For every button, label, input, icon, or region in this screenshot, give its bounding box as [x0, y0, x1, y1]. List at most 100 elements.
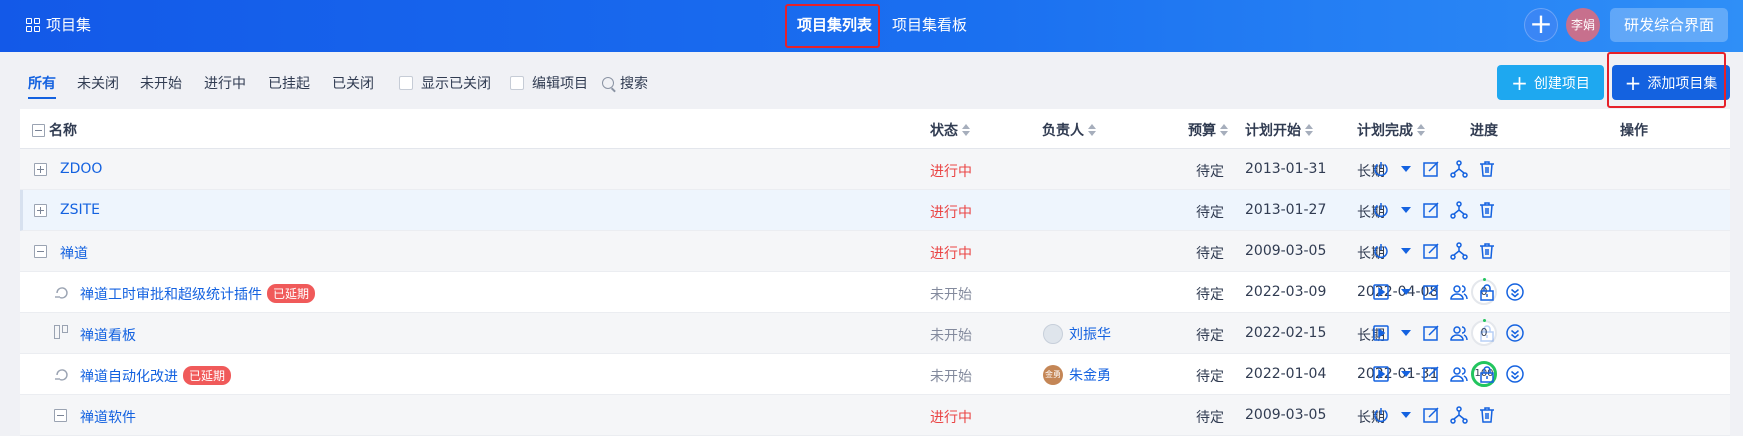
program-name-link[interactable]: ZSITE	[60, 202, 100, 218]
table-row[interactable]: 禅道工时审批和超级统计插件 已延期 未开始 待定 2022-03-09 2022-…	[20, 272, 1730, 313]
chevron-down-icon[interactable]	[1401, 289, 1411, 295]
sort-icon	[1417, 124, 1425, 136]
power-icon[interactable]	[1370, 199, 1392, 221]
more-circle-icon[interactable]	[1504, 281, 1526, 303]
table-row[interactable]: ZSITE 进行中 待定 2013-01-27 长期	[20, 190, 1730, 231]
edit-icon[interactable]	[1420, 281, 1442, 303]
delete-icon[interactable]	[1476, 158, 1498, 180]
budget-text: 待定	[1196, 205, 1224, 221]
lock-icon[interactable]	[1476, 363, 1498, 385]
vision-switcher-button[interactable]: 研发综合界面	[1610, 8, 1728, 42]
delete-icon[interactable]	[1476, 240, 1498, 262]
collapse-icon[interactable]	[34, 245, 47, 258]
table-row[interactable]: 禅道 进行中 待定 2009-03-05 长期	[20, 231, 1730, 272]
edit-icon[interactable]	[1420, 240, 1442, 262]
start-icon[interactable]	[1370, 363, 1392, 385]
team-icon[interactable]	[1448, 322, 1470, 344]
edit-project-checkbox[interactable]: 编辑项目	[510, 73, 588, 93]
chevron-down-icon[interactable]	[1401, 371, 1411, 377]
row-actions	[1370, 158, 1498, 180]
delete-icon[interactable]	[1476, 199, 1498, 221]
owner-name[interactable]: 朱金勇	[1069, 365, 1111, 385]
table-row[interactable]: 禅道软件 进行中 待定 2009-03-05 长期	[20, 395, 1730, 436]
link-tree-icon[interactable]	[1448, 404, 1470, 426]
expand-icon[interactable]	[34, 204, 47, 217]
col-start[interactable]: 计划开始	[1245, 120, 1313, 140]
status-text: 未开始	[930, 369, 972, 385]
more-circle-icon[interactable]	[1504, 363, 1526, 385]
owner-name[interactable]: 刘振华	[1069, 324, 1111, 344]
col-actions: 操作	[1620, 120, 1648, 140]
delayed-badge: 已延期	[183, 366, 232, 385]
edit-icon[interactable]	[1420, 363, 1442, 385]
chevron-down-icon[interactable]	[1401, 207, 1411, 213]
budget-text: 待定	[1196, 328, 1224, 344]
col-progress: 进度	[1470, 120, 1498, 140]
lock-icon[interactable]	[1476, 281, 1498, 303]
start-icon[interactable]	[1370, 281, 1392, 303]
avatar[interactable]: 李娟	[1566, 8, 1600, 42]
owner-cell[interactable]: 刘振华	[1043, 324, 1111, 344]
more-circle-icon[interactable]	[1504, 322, 1526, 344]
tab-program-kanban[interactable]: 项目集看板	[892, 14, 967, 35]
col-budget-label: 预算	[1188, 123, 1216, 139]
checkbox-box[interactable]	[399, 76, 413, 90]
checkbox-box[interactable]	[510, 76, 524, 90]
power-icon[interactable]	[1370, 404, 1392, 426]
filter-wait[interactable]: 未开始	[140, 73, 182, 93]
col-budget[interactable]: 预算	[1188, 120, 1228, 140]
chevron-down-icon[interactable]	[1401, 412, 1411, 418]
team-icon[interactable]	[1448, 363, 1470, 385]
edit-icon[interactable]	[1420, 158, 1442, 180]
col-status[interactable]: 状态	[930, 120, 970, 140]
start-icon[interactable]	[1370, 322, 1392, 344]
link-tree-icon[interactable]	[1448, 158, 1470, 180]
search-toggle[interactable]: 搜索	[602, 73, 648, 93]
status-text: 进行中	[930, 246, 972, 262]
highlight-box-tab	[785, 4, 880, 48]
table-row[interactable]: 禅道自动化改进 已延期 未开始 金勇 朱金勇 待定 2022-01-04 2022…	[20, 354, 1730, 395]
owner-cell[interactable]: 金勇 朱金勇	[1043, 365, 1111, 385]
row-actions	[1370, 281, 1526, 303]
program-name-link[interactable]: 禅道	[60, 243, 88, 263]
brand-menu[interactable]: 项目集	[26, 14, 91, 35]
table-row[interactable]: ZDOO 进行中 待定 2013-01-31 长期	[20, 149, 1730, 190]
project-name-link[interactable]: 禅道自动化改进	[80, 369, 178, 385]
col-owner[interactable]: 负责人	[1042, 120, 1096, 140]
chevron-down-icon[interactable]	[1401, 248, 1411, 254]
col-end[interactable]: 计划完成	[1357, 120, 1425, 140]
project-name-link[interactable]: 禅道工时审批和超级统计插件	[80, 287, 262, 303]
link-tree-icon[interactable]	[1448, 199, 1470, 221]
chevron-down-icon[interactable]	[1401, 166, 1411, 172]
col-name-label: 名称	[49, 123, 77, 139]
filter-all[interactable]: 所有	[28, 73, 56, 93]
plus-icon[interactable]: +	[1524, 8, 1558, 42]
filter-unclosed[interactable]: 未关闭	[77, 73, 119, 93]
filter-doing[interactable]: 进行中	[204, 73, 246, 93]
power-icon[interactable]	[1370, 240, 1392, 262]
table-row[interactable]: 禅道看板 未开始 刘振华 待定 2022-02-15 长期 0	[20, 313, 1730, 354]
collapse-all-icon[interactable]	[32, 123, 45, 137]
expand-icon[interactable]	[34, 163, 47, 176]
link-tree-icon[interactable]	[1448, 240, 1470, 262]
budget-text: 待定	[1196, 246, 1224, 262]
program-name-link[interactable]: 禅道软件	[80, 407, 136, 427]
project-name-link[interactable]: 禅道看板	[80, 325, 136, 345]
sort-icon	[1088, 124, 1096, 136]
power-icon[interactable]	[1370, 158, 1392, 180]
delete-icon[interactable]	[1476, 404, 1498, 426]
team-icon[interactable]	[1448, 281, 1470, 303]
start-date: 2022-02-15	[1245, 325, 1327, 341]
create-project-button[interactable]: + 创建项目	[1497, 65, 1604, 100]
show-closed-checkbox[interactable]: 显示已关闭	[399, 73, 491, 93]
program-name-link[interactable]: ZDOO	[60, 161, 102, 177]
filter-suspended[interactable]: 已挂起	[268, 73, 310, 93]
filter-closed[interactable]: 已关闭	[332, 73, 374, 93]
budget-text: 待定	[1196, 410, 1224, 426]
collapse-icon[interactable]	[54, 409, 67, 422]
chevron-down-icon[interactable]	[1401, 330, 1411, 336]
edit-icon[interactable]	[1420, 199, 1442, 221]
col-name[interactable]: 名称	[32, 120, 77, 140]
edit-icon[interactable]	[1420, 404, 1442, 426]
edit-icon[interactable]	[1420, 322, 1442, 344]
